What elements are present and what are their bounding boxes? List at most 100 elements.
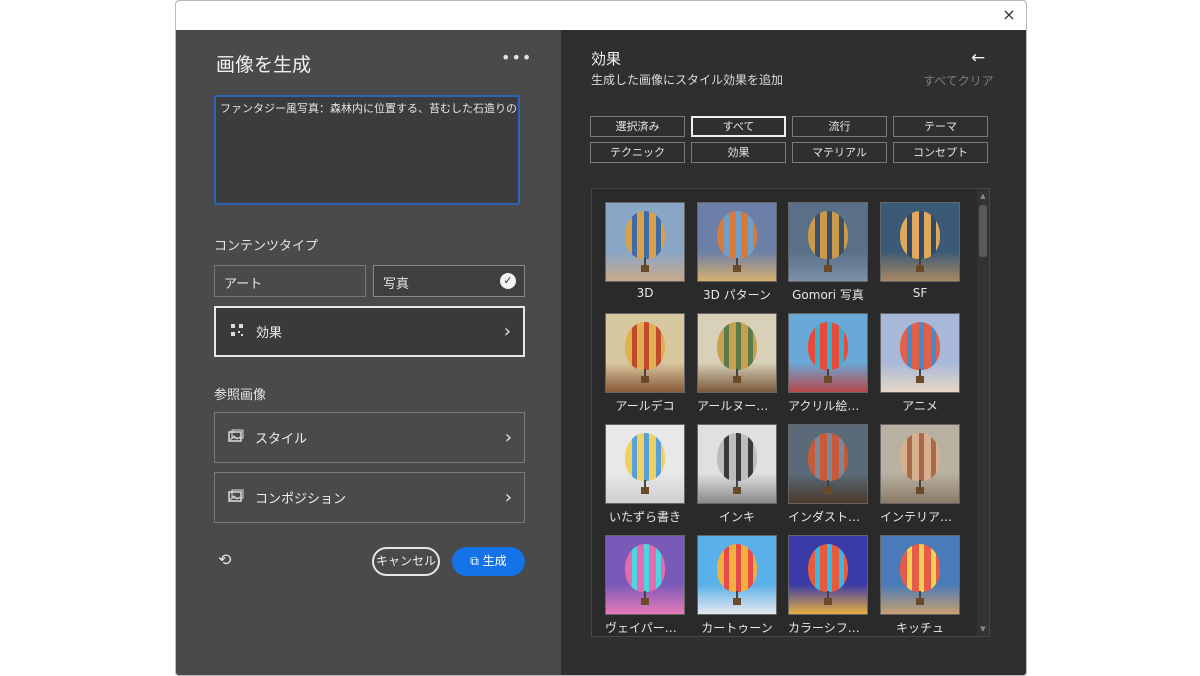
effect-tile-label: 3D xyxy=(636,286,654,300)
chevron-right-icon: › xyxy=(504,427,512,448)
image-icon xyxy=(227,489,245,507)
hot-air-balloon-icon xyxy=(808,433,848,481)
hot-air-balloon-icon xyxy=(717,211,757,259)
effect-tile[interactable]: いたずら書き xyxy=(605,424,685,525)
balloon-basket xyxy=(916,376,924,383)
balloon-basket xyxy=(824,598,832,605)
scroll-up-icon[interactable]: ▲ xyxy=(977,190,989,202)
effect-tile-label: ヴェイパーウェ… xyxy=(605,621,685,635)
effect-tile[interactable]: アクリル絵の具 xyxy=(788,313,868,414)
title-bar: × xyxy=(176,1,1026,31)
generate-button[interactable]: ⧉ 生成 xyxy=(452,547,525,576)
filter-tab[interactable]: 効果 xyxy=(691,142,786,163)
effect-thumbnail xyxy=(880,424,960,504)
panel-title: 画像を生成 xyxy=(216,54,312,76)
back-arrow-icon[interactable]: ← xyxy=(971,48,985,68)
hot-air-balloon-icon xyxy=(625,544,665,592)
balloon-basket xyxy=(916,598,924,605)
balloon-basket xyxy=(824,376,832,383)
effect-thumbnail xyxy=(697,424,777,504)
scrollbar[interactable]: ▲ ▼ xyxy=(977,189,989,636)
prompt-input[interactable]: ファンタジー風写真：森林内に位置する、苔むした石造りの古橋 xyxy=(214,95,520,205)
effect-tile[interactable]: 3D パターン xyxy=(697,202,777,303)
balloon-basket xyxy=(916,265,924,272)
effect-tile[interactable]: カートゥーン xyxy=(697,535,777,636)
hot-air-balloon-icon xyxy=(808,322,848,370)
hot-air-balloon-icon xyxy=(808,211,848,259)
effect-tile[interactable]: キッチュ xyxy=(880,535,960,636)
hot-air-balloon-icon xyxy=(625,211,665,259)
composition-reference-button[interactable]: コンポジション › xyxy=(214,472,525,523)
chevron-right-icon: › xyxy=(504,487,512,508)
filter-tab[interactable]: コンセプト xyxy=(893,142,988,163)
effect-thumbnail xyxy=(880,202,960,282)
effect-tile[interactable]: 3D xyxy=(605,202,685,300)
style-reference-button[interactable]: スタイル › xyxy=(214,412,525,463)
effect-tile-label: カートゥーン xyxy=(701,621,773,635)
hot-air-balloon-icon xyxy=(717,322,757,370)
content-type-art-button[interactable]: アート xyxy=(214,265,366,297)
effect-thumbnail xyxy=(880,535,960,615)
close-icon[interactable]: × xyxy=(998,4,1020,26)
content-type-photo-label: 写真 xyxy=(383,277,410,292)
generate-panel: 画像を生成 ••• ファンタジー風写真：森林内に位置する、苔むした石造りの古橋 … xyxy=(176,30,561,675)
hot-air-balloon-icon xyxy=(625,433,665,481)
effects-subtitle: 生成した画像にスタイル効果を追加 xyxy=(591,73,784,87)
cancel-button[interactable]: キャンセル xyxy=(372,547,440,576)
scroll-down-icon[interactable]: ▼ xyxy=(977,623,989,635)
effect-tile[interactable]: カラーシフト … xyxy=(788,535,868,636)
effect-tile[interactable]: SF xyxy=(880,202,960,300)
effect-thumbnail xyxy=(788,202,868,282)
effects-title: 効果 xyxy=(591,50,622,68)
effect-thumbnail xyxy=(788,313,868,393)
effect-tile-label: インダストリアル xyxy=(788,510,868,524)
effect-tile[interactable]: アールデコ xyxy=(605,313,685,414)
filter-tab[interactable]: マテリアル xyxy=(792,142,887,163)
hot-air-balloon-icon xyxy=(900,433,940,481)
filter-tab[interactable]: テーマ xyxy=(893,116,988,137)
reset-icon[interactable]: ⟲ xyxy=(218,550,231,569)
filter-tab[interactable]: すべて xyxy=(691,116,786,137)
effect-tile-label: インキ xyxy=(718,510,755,524)
effects-icon xyxy=(228,323,246,341)
effect-tile-label: SF xyxy=(912,286,928,300)
effect-tile[interactable]: アニメ xyxy=(880,313,960,414)
scroll-thumb[interactable] xyxy=(979,205,987,257)
effect-tile-label: Gomori 写真 xyxy=(792,288,864,302)
hot-air-balloon-icon xyxy=(808,544,848,592)
effect-tile[interactable]: インテリアデ… xyxy=(880,424,960,525)
effect-tile-label: キッチュ xyxy=(895,621,944,635)
content-type-art-label: アート xyxy=(224,277,263,292)
balloon-basket xyxy=(733,376,741,383)
effects-label: 効果 xyxy=(256,326,283,341)
clear-all-button[interactable]: すべてクリア xyxy=(923,72,994,89)
balloon-basket xyxy=(641,376,649,383)
effect-thumbnail xyxy=(788,535,868,615)
effect-tile-label: アクリル絵の具 xyxy=(788,399,868,413)
filter-tab[interactable]: 選択済み xyxy=(590,116,685,137)
balloon-basket xyxy=(733,265,741,272)
effect-tile[interactable]: Gomori 写真 xyxy=(788,202,868,303)
generate-image-dialog: × 画像を生成 ••• ファンタジー風写真：森林内に位置する、苔むした石造りの古… xyxy=(175,0,1027,676)
effect-thumbnail xyxy=(697,313,777,393)
image-icon xyxy=(227,429,245,447)
effect-thumbnail xyxy=(697,202,777,282)
effect-tile[interactable]: インキ xyxy=(697,424,777,525)
content-type-photo-button[interactable]: 写真 ✓ xyxy=(373,265,525,297)
chevron-right-icon: › xyxy=(503,321,511,342)
composition-label: コンポジション xyxy=(255,492,347,507)
balloon-basket xyxy=(641,265,649,272)
effect-tile[interactable]: インダストリアル xyxy=(788,424,868,525)
balloon-basket xyxy=(824,487,832,494)
more-options-icon[interactable]: ••• xyxy=(501,48,532,67)
effect-tile-label: アールヌーボー xyxy=(697,399,777,413)
filter-tab[interactable]: テクニック xyxy=(590,142,685,163)
effect-tile[interactable]: ヴェイパーウェ… xyxy=(605,535,685,636)
effect-tile[interactable]: アールヌーボー xyxy=(697,313,777,414)
filter-tab[interactable]: 流行 xyxy=(792,116,887,137)
effects-panel: 効果 生成した画像にスタイル効果を追加 ← すべてクリア 選択済み すべて 流行 テー… xyxy=(561,30,1026,675)
style-label: スタイル xyxy=(255,432,308,447)
effect-thumbnail xyxy=(605,424,685,504)
effects-button[interactable]: 効果 › xyxy=(214,306,525,357)
effect-thumbnail xyxy=(605,202,685,282)
